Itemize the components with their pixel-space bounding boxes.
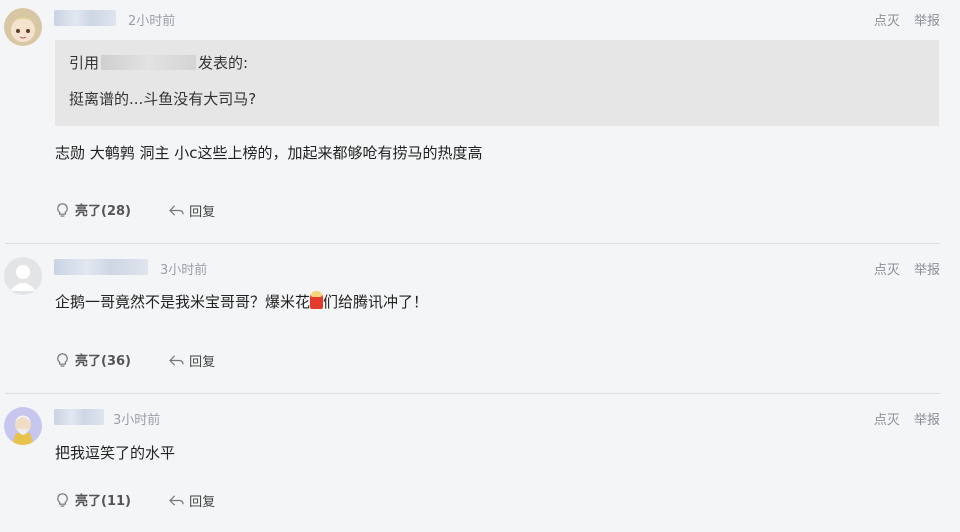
- username-blurred[interactable]: [54, 259, 148, 275]
- reply-arrow-icon: [169, 355, 184, 366]
- comment-text-part: 企鹅一哥竟然不是我米宝哥哥？爆米花: [55, 293, 311, 311]
- quote-prefix: 引用: [69, 54, 100, 72]
- comment-actions: 亮了(28) 回复: [55, 200, 249, 221]
- comment-ops: 点灭 举报: [864, 259, 940, 278]
- like-button[interactable]: 亮了(28): [55, 200, 131, 219]
- post-time: 3小时前: [160, 263, 208, 278]
- reply-button[interactable]: 回复: [169, 201, 215, 220]
- comment-text: 企鹅一哥竟然不是我米宝哥哥？爆米花 们给腾讯冲了！: [55, 291, 428, 312]
- post-time: 2小时前: [128, 14, 176, 29]
- report-button[interactable]: 举报: [914, 14, 940, 29]
- quote-block: 引用 发表的: 挺离谱的...斗鱼没有大司马?: [55, 40, 939, 126]
- avatar[interactable]: [4, 257, 42, 295]
- quote-suffix: 发表的:: [198, 54, 249, 72]
- illustrated-avatar-icon: [4, 407, 42, 445]
- like-count: 亮了(28): [75, 204, 131, 219]
- like-button[interactable]: 亮了(11): [55, 490, 131, 509]
- reply-label: 回复: [189, 205, 216, 220]
- reply-label: 回复: [189, 355, 216, 370]
- divider: [5, 243, 940, 244]
- anime-avatar-icon: [4, 8, 42, 46]
- reply-label: 回复: [189, 495, 216, 510]
- avatar[interactable]: [4, 407, 42, 445]
- comment-text-part: 们给腾讯冲了！: [323, 293, 429, 311]
- report-button[interactable]: 举报: [914, 413, 940, 428]
- comment-item: 2小时前 点灭 举报 引用 发表的: 挺离谱的...斗鱼没有大司马? 志勋 大鹌鹑…: [0, 8, 960, 238]
- reply-arrow-icon: [169, 495, 184, 506]
- dislike-button[interactable]: 点灭: [874, 14, 900, 29]
- dislike-button[interactable]: 点灭: [874, 413, 900, 428]
- lightbulb-icon: [57, 493, 68, 507]
- popcorn-icon: [310, 291, 324, 309]
- quote-header: 引用 发表的:: [69, 52, 248, 73]
- comment-text: 把我逗笑了的水平: [55, 444, 176, 462]
- dislike-button[interactable]: 点灭: [874, 263, 900, 278]
- lightbulb-icon: [57, 203, 68, 217]
- comment-actions: 亮了(11) 回复: [55, 490, 249, 511]
- comment-item: 3小时前 点灭 举报 企鹅一哥竟然不是我米宝哥哥？爆米花 们给腾讯冲了！ 亮了(3…: [0, 257, 960, 387]
- reply-arrow-icon: [169, 205, 184, 216]
- reply-button[interactable]: 回复: [169, 491, 215, 510]
- like-count: 亮了(36): [75, 354, 131, 369]
- report-button[interactable]: 举报: [914, 263, 940, 278]
- quote-text: 挺离谱的...斗鱼没有大司马?: [69, 90, 257, 108]
- comment-ops: 点灭 举报: [864, 10, 940, 29]
- post-time: 3小时前: [113, 413, 161, 428]
- divider: [5, 393, 940, 394]
- username-blurred[interactable]: [54, 409, 104, 425]
- comment-text: 志勋 大鹌鹑 洞主 小c这些上榜的，加起来都够呛有捞马的热度高: [55, 144, 483, 162]
- avatar[interactable]: [4, 8, 42, 46]
- quoted-user-blurred[interactable]: [101, 55, 197, 70]
- comment-item: 3小时前 点灭 举报 把我逗笑了的水平 亮了(11) 回复: [0, 407, 960, 527]
- reply-button[interactable]: 回复: [169, 351, 215, 370]
- comment-actions: 亮了(36) 回复: [55, 350, 249, 371]
- like-count: 亮了(11): [75, 494, 131, 509]
- lightbulb-icon: [57, 353, 68, 367]
- default-avatar-icon: [4, 257, 42, 295]
- like-button[interactable]: 亮了(36): [55, 350, 131, 369]
- comment-ops: 点灭 举报: [864, 409, 940, 428]
- username-blurred[interactable]: [54, 10, 116, 26]
